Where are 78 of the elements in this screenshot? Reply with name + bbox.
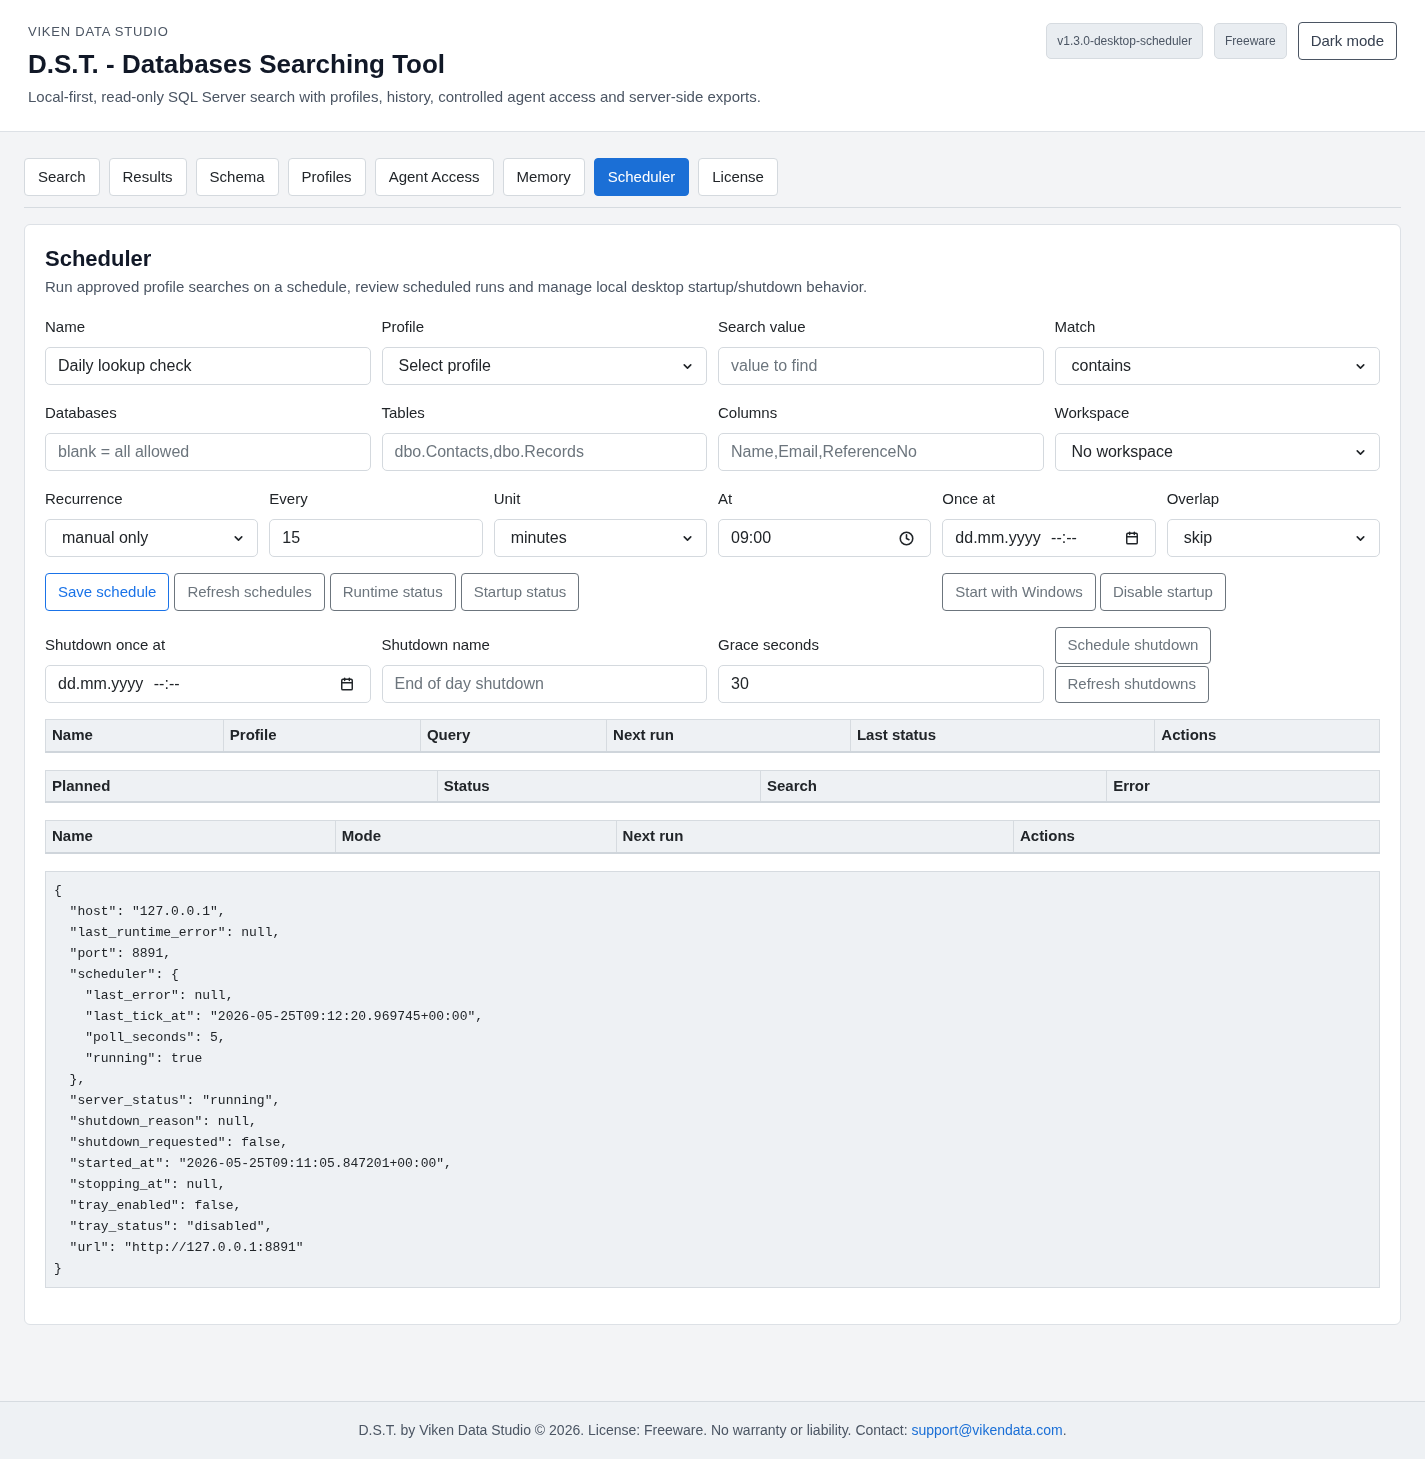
date-time-field[interactable]: dd.mm.yyyy --:--	[45, 665, 371, 703]
calendar-icon	[339, 677, 354, 691]
column-header: Name	[45, 719, 224, 752]
nav-tab[interactable]: Results	[108, 158, 187, 196]
action-button[interactable]: Refresh shutdowns	[1054, 666, 1209, 703]
field-label: Overlap	[1166, 489, 1220, 509]
column-header: Error	[1106, 770, 1380, 802]
footer-text: D.S.T. by Viken Data Studio © 2026. License: Freeware. No warranty or liability. Contact: support@vikendata.com.	[358, 1421, 1067, 1440]
field-label: Every	[269, 489, 308, 509]
column-header: Planned	[45, 770, 438, 802]
column-header: Mode	[335, 820, 617, 853]
field-label: Shutdown name	[381, 635, 490, 655]
text-field[interactable]: 15	[269, 519, 483, 557]
column-header: Name	[45, 820, 336, 853]
text-field[interactable]: blank = all allowed	[45, 433, 371, 471]
action-button[interactable]: Start with Windows	[942, 573, 1096, 611]
field-label: Tables	[381, 403, 425, 423]
field-label: Search value	[718, 317, 806, 337]
column-header: Status	[437, 770, 761, 802]
field-label: Name	[45, 317, 85, 337]
column-header: Query	[420, 719, 607, 752]
brand-label: VIKEN DATA STUDIO	[28, 24, 169, 40]
field-label: Recurrence	[45, 489, 123, 509]
action-button[interactable]: Disable startup	[1099, 573, 1226, 611]
nav-tab[interactable]: Profiles	[287, 158, 366, 196]
field-label: Grace seconds	[718, 635, 819, 655]
nav-tab[interactable]: Search	[24, 158, 100, 196]
nav-tab[interactable]: License	[698, 158, 778, 196]
field-label: Shutdown once at	[45, 635, 166, 655]
dropdown-select[interactable]: contains	[1054, 347, 1380, 385]
text-field[interactable]: 30	[718, 665, 1044, 703]
text-field[interactable]: dbo.Contacts,dbo.Records	[381, 433, 707, 471]
dark-mode-button[interactable]: Dark mode	[1297, 22, 1397, 60]
app-subtitle: Local-first, read-only SQL Server search with profiles, history, controlled agent access and server-side exports.	[28, 87, 761, 107]
panel-title: Scheduler	[45, 245, 153, 273]
version-badge: Freeware	[1213, 23, 1287, 59]
action-button[interactable]: Save schedule	[45, 573, 170, 611]
column-header: Actions	[1154, 719, 1380, 752]
text-field[interactable]: value to find	[718, 347, 1044, 385]
column-header: Actions	[1013, 820, 1380, 853]
action-button[interactable]: Schedule shutdown	[1054, 627, 1212, 664]
dropdown-select[interactable]: skip	[1166, 519, 1380, 557]
dropdown-select[interactable]: No workspace	[1054, 433, 1380, 471]
field-label: Columns	[718, 403, 778, 423]
field-label: Databases	[45, 403, 117, 423]
text-field[interactable]: Daily lookup check	[45, 347, 371, 385]
column-header: Next run	[616, 820, 1014, 853]
clock-icon	[899, 530, 915, 546]
version-badge: v1.3.0-desktop-scheduler	[1046, 23, 1203, 59]
text-field[interactable]: End of day shutdown	[381, 665, 707, 703]
runtime-status-json: { "host": "127.0.0.1", "last_runtime_error": null, "port": 8891, "scheduler": { "last_error": null, "last_tick_at": "2026-05-25T09:12:20.969745+00:00", "poll_seconds": 5, "running": true }, "server_status": "running", "shutdown_reason": null, "shutdown_requested": false, "started_at": "2026-05-25T09:11:05.847201+00:00", "stopping_at": null, "tray_enabled": false, "tray_status": "disabled", "url": "http://127.0.0.1:8891" }	[45, 870, 1380, 1288]
date-time-field[interactable]: dd.mm.yyyy --:--	[942, 519, 1156, 557]
dropdown-select[interactable]: minutes	[493, 519, 707, 557]
nav-tab[interactable]: Memory	[502, 158, 585, 196]
field-label: Once at	[942, 489, 995, 509]
nav-tab[interactable]: Agent Access	[374, 158, 494, 196]
nav-tab[interactable]: Scheduler	[593, 158, 690, 196]
text-field[interactable]: Name,Email,ReferenceNo	[718, 433, 1044, 471]
field-label: At	[718, 489, 733, 509]
action-button[interactable]: Runtime status	[329, 573, 456, 611]
app-title: D.S.T. - Databases Searching Tool	[28, 48, 446, 81]
column-header: Next run	[606, 719, 851, 752]
action-button[interactable]: Refresh schedules	[174, 573, 325, 611]
column-header: Profile	[223, 719, 421, 752]
column-header: Last status	[850, 719, 1155, 752]
calendar-icon	[1124, 531, 1139, 545]
column-header: Search	[760, 770, 1107, 802]
dropdown-select[interactable]: manual only	[45, 519, 259, 557]
field-label: Match	[1054, 317, 1096, 337]
support-email-link[interactable]: support@vikendata.com	[911, 1422, 1063, 1438]
nav-tab[interactable]: Schema	[195, 158, 279, 196]
field-label: Profile	[381, 317, 425, 337]
dropdown-select[interactable]: Select profile	[381, 347, 707, 385]
field-label: Unit	[493, 489, 521, 509]
field-label: Workspace	[1054, 403, 1130, 423]
action-button[interactable]: Startup status	[460, 573, 580, 611]
time-field[interactable]: 09:00	[718, 519, 932, 557]
panel-description: Run approved profile searches on a schedule, review scheduled runs and manage local desktop startup/shutdown behavior.	[45, 277, 869, 297]
